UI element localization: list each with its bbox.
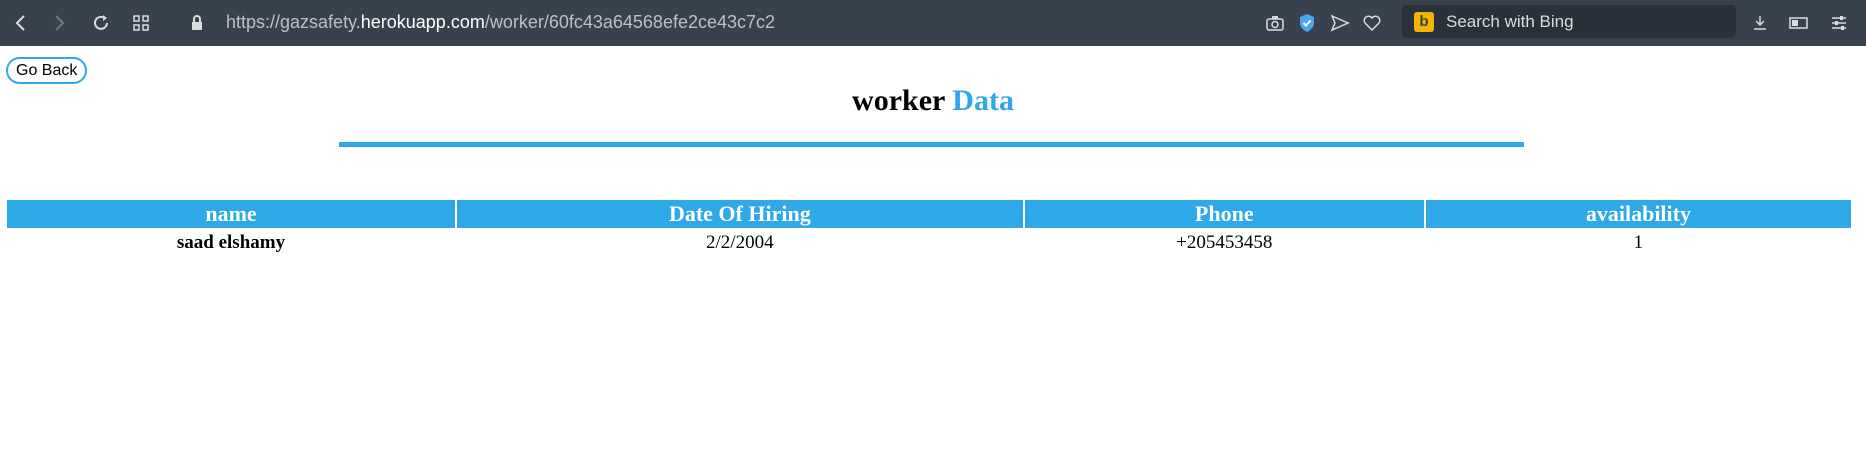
- column-header-availability: availability: [1425, 200, 1851, 228]
- cell-date-of-hiring: 2/2/2004: [706, 232, 774, 253]
- table-row: saad elshamy 2/2/2004 +205453458 1: [7, 228, 1851, 258]
- bing-icon: b: [1414, 11, 1434, 32]
- cell-availability: 1: [1633, 232, 1644, 253]
- lock-icon[interactable]: [182, 8, 212, 38]
- browser-toolbar: https://gazsafety.herokuapp.com/worker/6…: [0, 0, 1866, 46]
- url-host: herokuapp.com: [360, 12, 485, 32]
- reload-icon[interactable]: [86, 8, 116, 38]
- settings-sliders-icon[interactable]: [1824, 8, 1854, 38]
- search-input[interactable]: b Search with Bing: [1402, 5, 1736, 38]
- back-nav-icon[interactable]: [6, 8, 36, 38]
- column-header-name: name: [7, 200, 455, 228]
- download-icon[interactable]: [1745, 8, 1775, 38]
- page-title: worker Data: [0, 83, 1866, 119]
- worker-table: name Date Of Hiring Phone availability s…: [5, 200, 1853, 258]
- column-header-date-of-hiring: Date Of Hiring: [456, 200, 1023, 228]
- camera-icon[interactable]: [1260, 8, 1290, 38]
- shield-icon[interactable]: [1292, 8, 1322, 38]
- column-header-phone: Phone: [1024, 200, 1424, 228]
- table-header-row: name Date Of Hiring Phone availability: [7, 200, 1851, 228]
- send-icon[interactable]: [1325, 8, 1355, 38]
- page-title-main: worker: [852, 84, 945, 117]
- title-divider: [339, 142, 1524, 147]
- url-path: /worker/60fc43a64568efe2ce43c7c2: [484, 12, 776, 32]
- cell-name: saad elshamy: [176, 232, 286, 253]
- url-prefix: https://gazsafety.: [226, 12, 361, 32]
- address-bar[interactable]: https://gazsafety.herokuapp.com/worker/6…: [226, 10, 775, 34]
- tab-grid-icon[interactable]: [126, 8, 156, 38]
- forward-nav-icon[interactable]: [44, 8, 74, 38]
- cell-phone: +205453458: [1176, 232, 1273, 253]
- page-title-accent: Data: [952, 84, 1014, 117]
- battery-icon[interactable]: [1784, 8, 1814, 38]
- go-back-button[interactable]: Go Back: [6, 57, 88, 84]
- search-placeholder: Search with Bing: [1446, 11, 1574, 31]
- heart-icon[interactable]: [1357, 8, 1387, 38]
